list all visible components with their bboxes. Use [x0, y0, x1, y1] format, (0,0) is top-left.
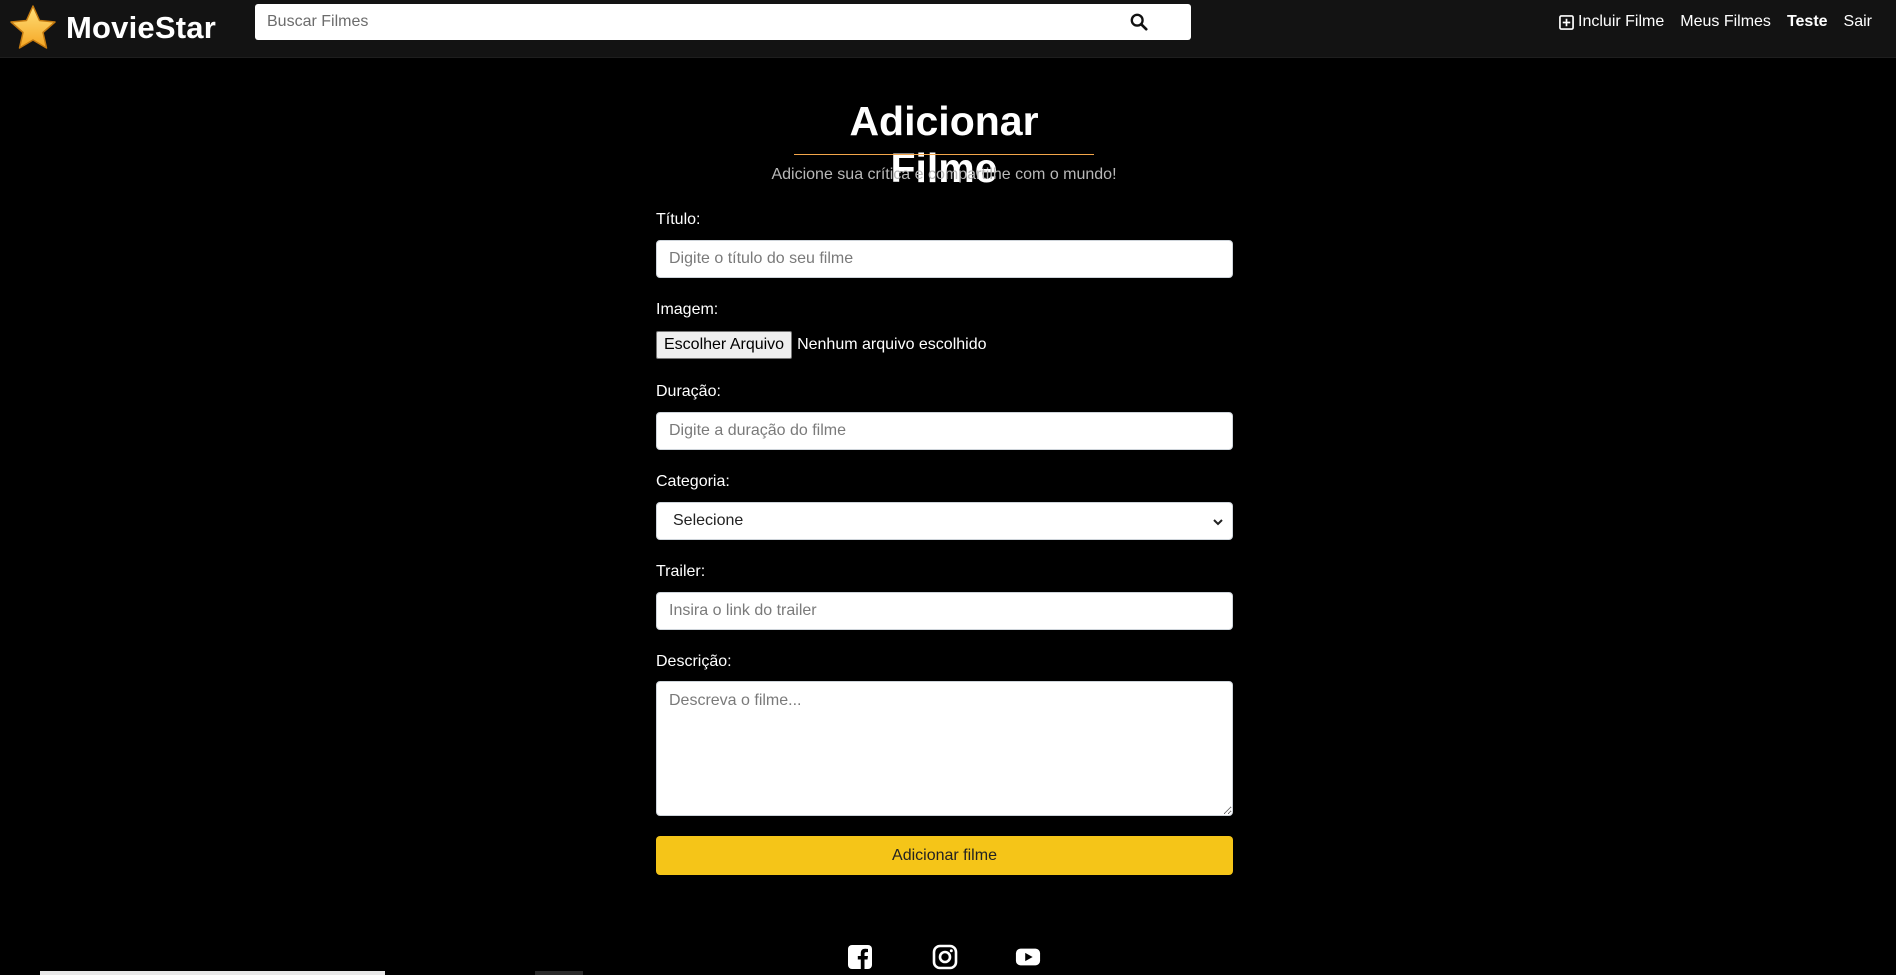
file-status-text: Nenhum arquivo escolhido: [797, 336, 987, 353]
bottom-scroll-strip: [40, 971, 385, 975]
bottom-scroll-strip-secondary: [535, 971, 583, 975]
duration-input[interactable]: [656, 412, 1233, 450]
nav-add-movie[interactable]: Incluir Filme: [1559, 13, 1664, 31]
title-underline: [794, 154, 1094, 155]
nav-my-movies[interactable]: Meus Filmes: [1680, 13, 1771, 31]
nav-logout[interactable]: Sair: [1844, 13, 1872, 31]
description-label: Descrição:: [656, 653, 732, 670]
page-subtitle: Adicione sua crítica e compartilhe com o…: [771, 166, 1117, 183]
trailer-input[interactable]: [656, 592, 1233, 630]
facebook-link[interactable]: [847, 944, 873, 970]
category-selected-value: Selecione: [673, 512, 744, 529]
logo-text: MovieStar: [66, 10, 216, 45]
instagram-icon: [932, 944, 958, 970]
chevron-down-icon: [1213, 519, 1223, 526]
navbar: MovieStar Incluir Filme Meus Filmes Test…: [0, 0, 1896, 58]
duration-label: Duração:: [656, 383, 721, 400]
instagram-link[interactable]: [932, 944, 958, 970]
youtube-link[interactable]: [1015, 944, 1041, 970]
category-select[interactable]: Selecione: [656, 502, 1233, 540]
search-button[interactable]: [1115, 4, 1163, 40]
description-textarea[interactable]: [656, 681, 1233, 816]
nav-user-profile[interactable]: Teste: [1787, 13, 1828, 31]
youtube-icon: [1015, 948, 1041, 966]
nav-menu: Incluir Filme Meus Filmes Teste Sair: [1543, 10, 1872, 34]
title-label: Título:: [656, 211, 701, 228]
star-logo-icon: [10, 5, 56, 49]
add-movie-submit-button[interactable]: Adicionar filme: [656, 836, 1233, 875]
facebook-icon: [848, 945, 872, 969]
image-label: Imagem:: [656, 301, 719, 318]
search-input[interactable]: [255, 4, 1135, 40]
nav-add-movie-label: Incluir Filme: [1578, 13, 1665, 30]
logo-link[interactable]: MovieStar: [8, 2, 216, 54]
choose-file-button[interactable]: Escolher Arquivo: [656, 331, 793, 359]
trailer-label: Trailer:: [656, 563, 706, 580]
search-icon: [1130, 13, 1148, 31]
category-label: Categoria:: [656, 473, 730, 490]
search-form: [255, 4, 1191, 40]
image-file-input: Escolher Arquivo Nenhum arquivo escolhid…: [656, 331, 987, 359]
plus-square-icon: [1559, 14, 1574, 30]
title-input[interactable]: [656, 240, 1233, 278]
